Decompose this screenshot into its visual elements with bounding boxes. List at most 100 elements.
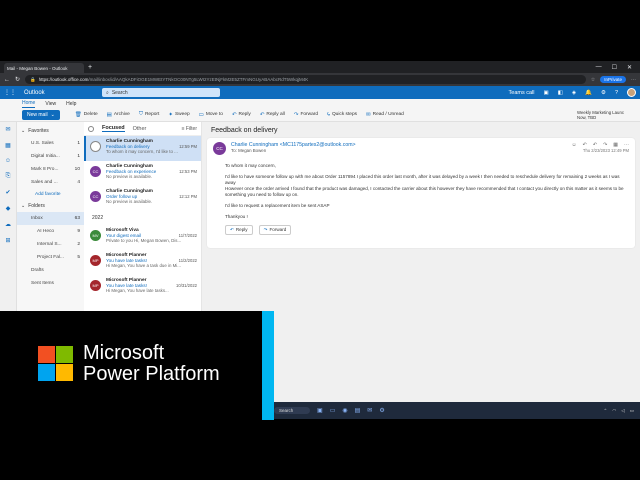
sweep-button[interactable]: ✦ Sweep [168,112,189,118]
mail-list-item[interactable]: MP Microsoft Planner You have late tasks! 1… [84,275,201,300]
edge-icon[interactable]: ◉ [342,407,347,414]
task-view-icon[interactable]: ▣ [317,407,323,414]
teams-call-button[interactable]: Teams call [509,90,535,96]
calendar-icon[interactable]: ▦ [5,142,11,149]
folder-item[interactable]: Digital Initia... 1 [17,150,84,163]
todo-icon[interactable]: ✔ [5,189,10,196]
lightning-icon: ϟ [327,111,330,118]
move-to-button[interactable]: ▭ Move to [199,112,223,118]
search-icon: ⌕ [106,89,109,96]
new-mail-button[interactable]: New mail ⌄ [22,109,60,120]
refresh-icon[interactable]: ↻ [15,76,20,83]
meeting-title: Weekly Marketing Launc [577,109,624,115]
close-window-icon[interactable]: ✕ [627,64,632,71]
avatar: MP [90,255,101,266]
minimize-icon[interactable]: — [596,64,602,71]
forward-button[interactable]: ↷ Forward [258,225,292,235]
avatar: CC [90,166,101,177]
mail-list-item[interactable]: CC Charlie Cunningham Feedback on experien… [84,161,201,186]
mail-icon[interactable]: ✉ [5,126,10,133]
folder-item-drafts[interactable]: Drafts [17,264,84,277]
store-icon[interactable]: ▤ [355,407,361,414]
new-tab-button[interactable]: + [88,64,92,71]
folder-item-sent[interactable]: Sent Items [17,277,84,290]
bell-icon[interactable]: 🔔 [585,90,592,96]
folder-item[interactable]: Internal S... 2 [17,238,84,251]
search-input[interactable]: ⌕ Search [102,88,220,97]
mail-preview: Private to you Hi, Megan Bowen, Dis... [106,238,182,243]
wifi-icon[interactable]: ◠ [612,408,616,414]
favorites-star-icon[interactable]: ☆ [591,77,595,83]
mail-list-item[interactable]: CC Charlie Cunningham Order follow up 12:12… [84,186,201,211]
settings-icon[interactable]: ⚙ [379,407,384,414]
delete-button[interactable]: 🗑 Delete [75,112,98,118]
tab-focused[interactable]: Focused [102,125,125,132]
avatar[interactable] [627,88,636,97]
teams-icon[interactable]: ▣ [544,90,549,96]
reply-button[interactable]: ↶ Reply [225,225,253,235]
mail-date: 12:12 PM [179,194,197,199]
recipient[interactable]: Megan Bowen [238,148,266,153]
tab-other[interactable]: Other [133,126,147,132]
folder-name: AI Heco [37,229,55,234]
forward-button[interactable]: ↷ Forward [294,112,318,118]
teams-app-icon[interactable]: ◆ [6,205,11,212]
folder-item[interactable]: Mark 8 Pro... 10 [17,163,84,176]
reply-button[interactable]: ↶ Reply [232,112,251,118]
report-button[interactable]: ⛉ Report [139,111,160,118]
maximize-icon[interactable]: ☐ [612,64,617,71]
folder-item[interactable]: Project Fal... 5 [17,251,84,264]
people-icon[interactable]: ☺ [5,158,11,164]
word-icon[interactable]: ◧ [558,90,563,96]
app-title[interactable]: Outlook [24,90,94,96]
folder-item-inbox[interactable]: Inbox 63 [17,212,84,225]
quick-steps-button[interactable]: ϟ Quick steps [327,112,357,118]
gear-icon[interactable]: ⚙ [601,90,606,96]
onedrive-icon[interactable]: ☁ [5,221,11,228]
back-icon[interactable]: ← [4,77,10,83]
meeting-reminder[interactable]: Weekly Marketing Launc Now, TBD [577,110,624,120]
mail-list-item[interactable]: Charlie Cunningham Feedback on delivery 12… [84,136,201,161]
recipient-line: To: Megan Bowen [231,148,356,153]
help-icon[interactable]: ? [615,90,618,96]
reply-all-icon: ↶ [259,111,265,118]
file-explorer-icon[interactable]: ▭ [330,407,336,414]
speaker-icon[interactable]: ◁ [621,408,624,414]
message-meta: ☺ ↶ ↶ ↷ ▦ ⋯ Thu 2/23/2023 12:49 PM [572,142,629,155]
add-favorite-link[interactable]: Add favorite [17,189,84,200]
apps-icon[interactable]: ⊞ [5,237,10,244]
smiley-icon[interactable]: ☺ [572,142,577,148]
archive-button[interactable]: ▤ Archive [107,112,130,118]
sender-avatar[interactable]: CC [213,142,226,155]
filter-button[interactable]: ≡ Filter [182,126,197,132]
tab-home[interactable]: Home [22,100,36,108]
folder-item[interactable]: AI Heco 9 [17,225,84,238]
chevron-down-icon[interactable]: ⌄ [51,112,55,118]
read-unread-button[interactable]: ✉ Read / Unread [366,112,404,118]
new-mail-label: New mail [27,111,48,118]
mail-preview: Hi Megan, You have late tasks... [106,288,169,293]
folders-header[interactable]: ⌄ Folders [17,200,84,212]
tab-help[interactable]: Help [66,101,76,108]
tab-view[interactable]: View [45,101,56,108]
select-all-checkbox[interactable] [88,125,94,132]
message-date: Thu 2/23/2023 12:49 PM [582,148,629,153]
reply-all-button[interactable]: ↶ Reply all [260,112,285,118]
taskbar-search[interactable]: Search [274,407,311,414]
folder-item[interactable]: U.S. Sales 1 [17,137,84,150]
megaphone-icon[interactable]: ◈ [572,90,576,96]
favorites-header[interactable]: ⌄ Favorites [17,125,84,137]
attach-icon[interactable]: ⎘ [6,173,11,180]
folder-item[interactable]: Sales and ... 4 [17,176,84,189]
mail-list-item[interactable]: MV Microsoft Viva Your digest email 11/7/20… [84,225,201,250]
chevron-up-icon[interactable]: ⌃ [604,408,608,414]
inprivate-badge[interactable]: InPrivate [600,76,626,83]
mail-list-item[interactable]: MP Microsoft Planner You have late tasks! 1… [84,250,201,275]
browser-tab[interactable]: Mail - Megan Bowen - Outlook × [4,63,84,73]
mail-icon[interactable]: ✉ [367,407,372,414]
more-icon[interactable]: ⋯ [631,77,636,83]
app-launcher-icon[interactable]: ⋮⋮ [4,89,16,96]
sweep-label: Sweep [174,112,190,117]
url-field[interactable]: 🔒 https://outlook.office.com/mail/inbox/… [25,75,586,84]
battery-icon[interactable]: ▭ [630,408,634,414]
